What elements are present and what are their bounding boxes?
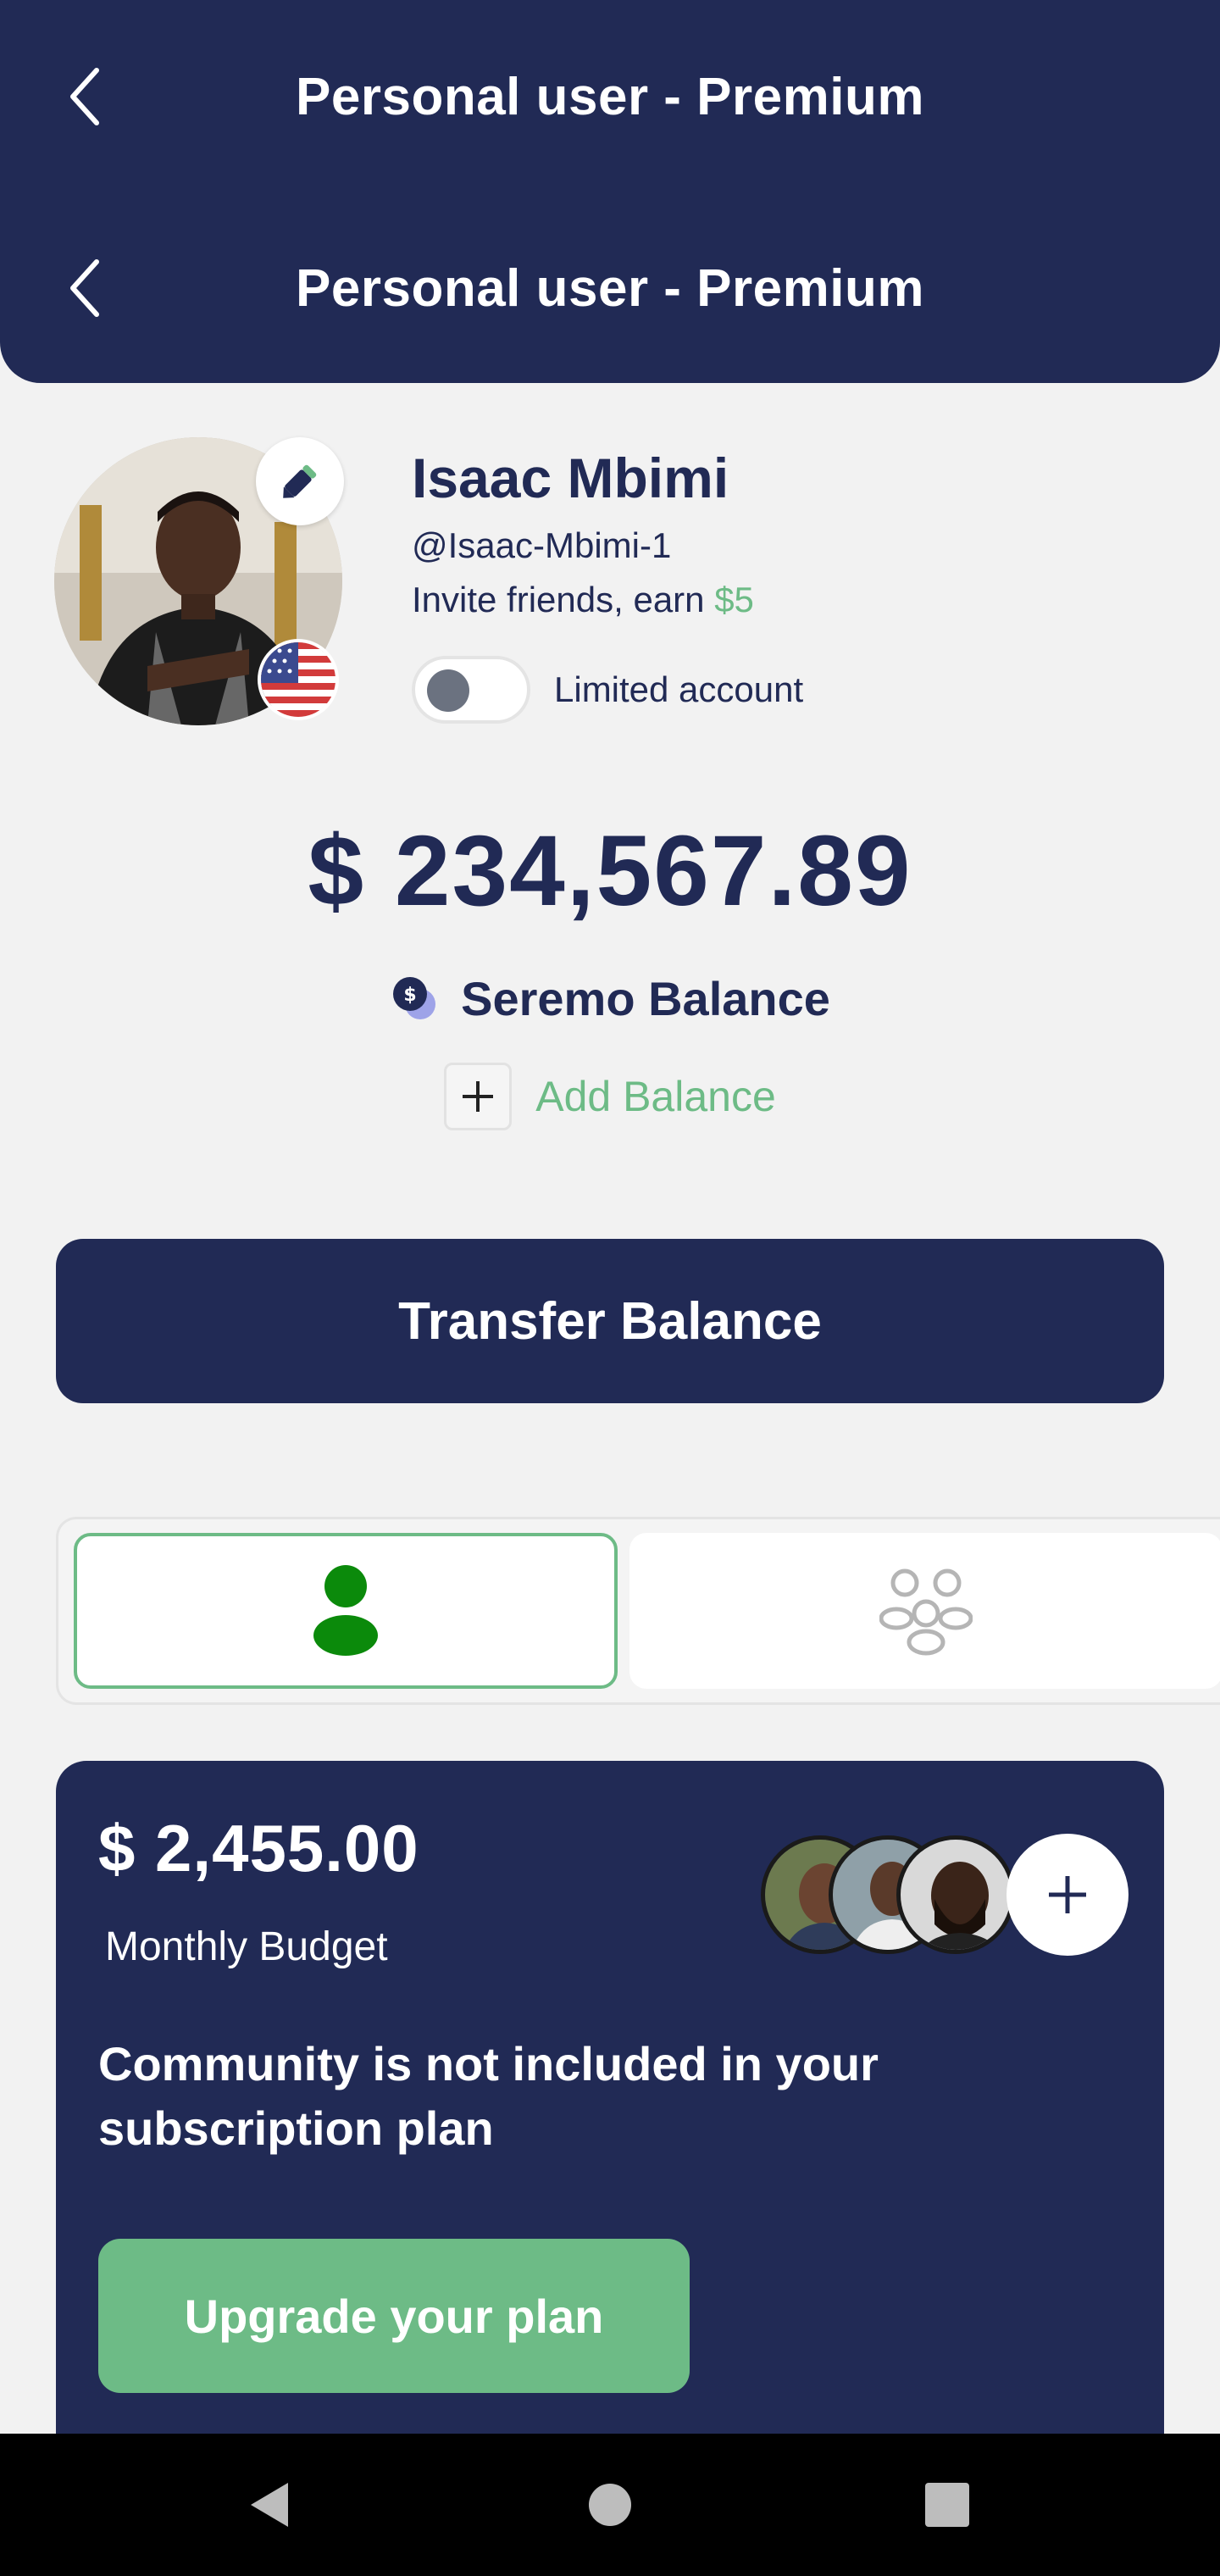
edit-profile-button[interactable] xyxy=(256,437,344,525)
plus-icon xyxy=(1049,1876,1086,1913)
nav-recents-button[interactable] xyxy=(879,2434,1015,2576)
user-name: Isaac Mbimi xyxy=(412,447,729,509)
back-button-secondary[interactable] xyxy=(59,259,110,317)
balance-label-row: $ Seremo Balance xyxy=(0,971,1220,1026)
nav-back-button[interactable] xyxy=(202,2434,337,2576)
toggle-knob xyxy=(427,669,469,712)
back-button[interactable] xyxy=(59,68,110,125)
tab-community[interactable] xyxy=(629,1533,1220,1689)
page-title: Personal user - Premium xyxy=(296,67,924,126)
triangle-back-icon xyxy=(251,2483,288,2527)
invite-text: Invite friends, earn xyxy=(412,580,715,619)
tab-personal[interactable] xyxy=(74,1533,618,1689)
coin-icon: $ xyxy=(393,976,436,1019)
page-title-main: Personal user - Premium xyxy=(296,258,924,318)
app-header: Personal user - Premium Personal user - … xyxy=(0,0,1220,383)
chevron-left-icon xyxy=(70,259,99,317)
svg-text:$: $ xyxy=(403,985,416,1006)
nav-home-button[interactable] xyxy=(542,2434,678,2576)
account-type-tabs xyxy=(56,1517,1220,1705)
user-handle: @Isaac-Mbimi-1 xyxy=(412,525,672,565)
chevron-left-icon xyxy=(70,68,99,125)
subscription-message: Community is not included in your subscr… xyxy=(98,2037,879,2155)
circle-home-icon xyxy=(589,2484,631,2526)
header-row-top: Personal user - Premium xyxy=(0,54,1220,139)
budget-label: Monthly Budget xyxy=(105,1924,388,1969)
add-balance-button[interactable]: Add Balance xyxy=(0,1063,1220,1130)
upgrade-plan-button[interactable]: Upgrade your plan xyxy=(98,2239,690,2393)
profile-avatar-group xyxy=(54,437,344,725)
budget-amount: $ 2,455.00 xyxy=(98,1811,419,1885)
limited-account-label: Limited account xyxy=(554,669,804,709)
member-avatar[interactable] xyxy=(896,1835,1015,1954)
community-budget-card: $ 2,455.00 Monthly Budget Community is n… xyxy=(56,1761,1164,2523)
plus-icon xyxy=(444,1063,513,1130)
add-balance-label: Add Balance xyxy=(535,1073,776,1120)
transfer-balance-button[interactable]: Transfer Balance xyxy=(56,1239,1164,1403)
balance-amount: $ 234,567.89 xyxy=(308,815,912,927)
balance-label: Seremo Balance xyxy=(461,972,830,1025)
add-member-button[interactable] xyxy=(1006,1834,1128,1956)
group-users-icon xyxy=(879,1568,973,1656)
system-navigation-bar xyxy=(0,2434,1220,2576)
header-row-main: Personal user - Premium xyxy=(0,246,1220,330)
community-members xyxy=(761,1830,1128,1957)
invite-amount: $5 xyxy=(714,580,754,619)
pencil-icon xyxy=(283,464,317,498)
single-user-icon xyxy=(313,1565,378,1656)
us-flag-icon xyxy=(258,639,339,720)
limited-account-toggle[interactable] xyxy=(412,656,530,724)
square-recents-icon xyxy=(925,2483,969,2527)
invite-friends-link[interactable]: Invite friends, earn $5 xyxy=(412,580,754,620)
